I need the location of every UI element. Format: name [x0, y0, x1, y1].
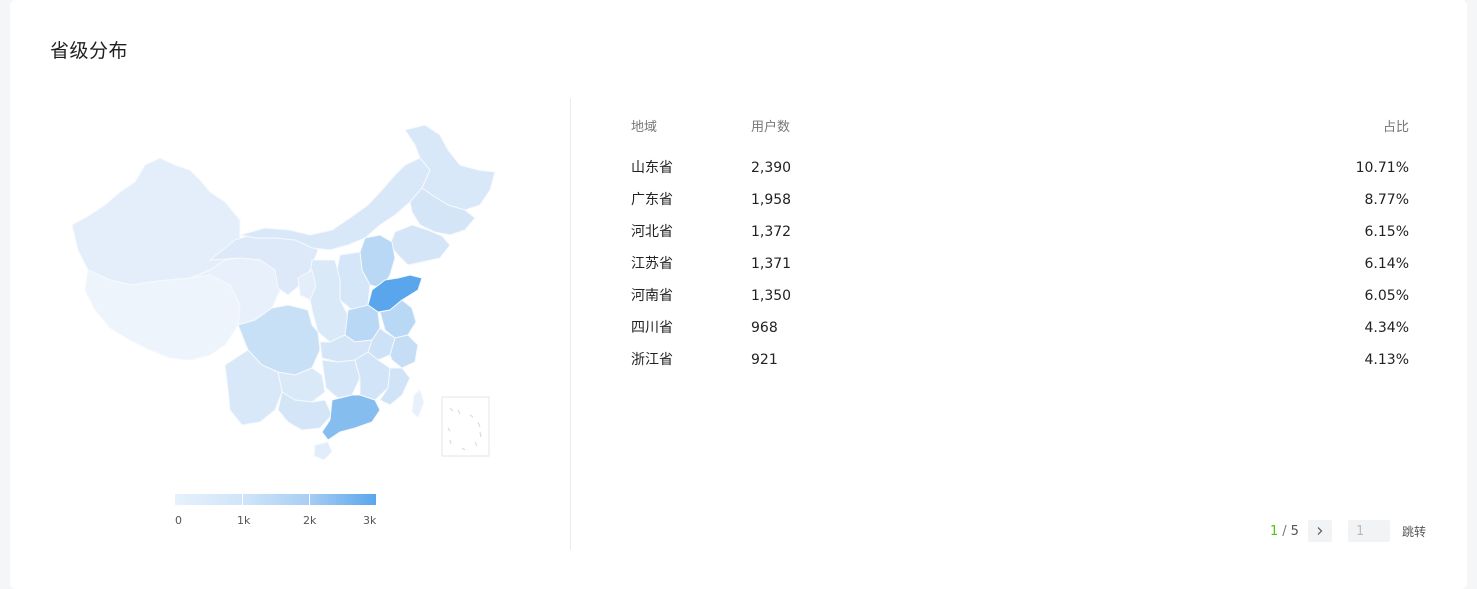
cell-ratio: 8.77%	[1364, 192, 1409, 208]
map-region-xinjiang[interactable]	[71, 157, 241, 286]
header-users: 用户数	[751, 120, 791, 135]
pager-current: 1	[1270, 523, 1279, 539]
cell-region: 广东省	[631, 192, 673, 208]
legend-tick	[309, 494, 310, 505]
table-row: 四川省 968 4.34%	[631, 318, 1409, 350]
map-region-taiwan[interactable]	[411, 389, 425, 419]
legend-label-2k: 2k	[303, 514, 317, 527]
map-legend: 0 1k 2k 3k	[175, 494, 377, 530]
cell-ratio: 10.71%	[1355, 160, 1409, 176]
legend-gradient-bar[interactable]	[175, 494, 376, 505]
legend-label-3k: 3k	[363, 514, 377, 527]
cell-ratio: 4.13%	[1364, 352, 1409, 368]
cell-users: 1,350	[751, 288, 792, 304]
cell-region: 江苏省	[631, 256, 673, 272]
table-header: 地域 用户数 占比	[631, 118, 1409, 158]
page-number-input[interactable]	[1347, 520, 1390, 542]
header-region: 地域	[631, 120, 658, 135]
cell-users: 1,958	[751, 192, 792, 208]
map-region-tibet[interactable]	[84, 269, 241, 361]
pager-total: 5	[1290, 523, 1299, 539]
map-region-zhejiang[interactable]	[389, 334, 419, 369]
header-ratio: 占比	[1382, 120, 1409, 135]
cell-users: 968	[751, 320, 778, 336]
next-page-button[interactable]	[1307, 520, 1332, 542]
map-region-guangdong[interactable]	[321, 394, 381, 441]
cell-region: 浙江省	[631, 352, 673, 368]
province-distribution-card: 省级分布 0 1k 2k 3k 地域 用户数 占比 山东省 2,390 10.7…	[10, 0, 1467, 589]
vertical-divider	[570, 98, 571, 550]
pagination: 1 / 5 跳转	[1270, 520, 1426, 542]
table-row: 浙江省 921 4.13%	[631, 350, 1409, 382]
cell-region: 河南省	[631, 288, 673, 304]
cell-ratio: 6.14%	[1364, 256, 1409, 272]
south-china-sea-inset	[441, 396, 490, 457]
pager-separator: /	[1282, 523, 1287, 539]
cell-region: 四川省	[631, 320, 673, 336]
table-row: 河南省 1,350 6.05%	[631, 286, 1409, 318]
china-map[interactable]	[50, 110, 500, 470]
jump-button[interactable]: 跳转	[1402, 523, 1426, 540]
card-title: 省级分布	[50, 40, 129, 62]
table-row: 河北省 1,372 6.15%	[631, 222, 1409, 254]
cell-ratio: 4.34%	[1364, 320, 1409, 336]
south-china-sea-islands	[447, 407, 482, 451]
cell-region: 河北省	[631, 224, 673, 240]
legend-tick	[242, 494, 243, 505]
cell-ratio: 6.15%	[1364, 224, 1409, 240]
legend-label-1k: 1k	[237, 514, 251, 527]
table-row: 广东省 1,958 8.77%	[631, 190, 1409, 222]
map-region-hunan[interactable]	[321, 359, 361, 399]
cell-users: 2,390	[751, 160, 792, 176]
table-row: 山东省 2,390 10.71%	[631, 158, 1409, 190]
cell-users: 1,372	[751, 224, 792, 240]
cell-users: 921	[751, 352, 778, 368]
map-region-hainan[interactable]	[313, 441, 333, 461]
legend-label-0: 0	[175, 514, 182, 527]
region-table: 地域 用户数 占比 山东省 2,390 10.71% 广东省 1,958 8.77% 河北省…	[631, 118, 1409, 382]
cell-users: 1,371	[751, 256, 792, 272]
chevron-right-icon	[1317, 527, 1323, 535]
cell-ratio: 6.05%	[1364, 288, 1409, 304]
china-map-svg[interactable]	[50, 110, 500, 470]
table-row: 江苏省 1,371 6.14%	[631, 254, 1409, 286]
cell-region: 山东省	[631, 160, 673, 176]
